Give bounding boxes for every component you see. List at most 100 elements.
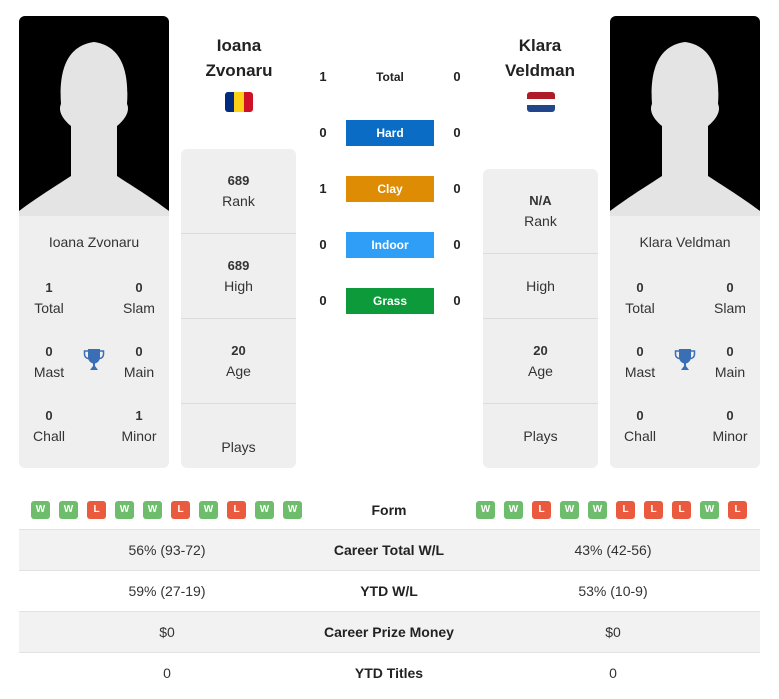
- player2-rank: N/A Rank: [483, 169, 598, 254]
- player1-first-name: Ioana: [216, 36, 262, 55]
- form-win-badge[interactable]: W: [59, 501, 78, 519]
- title-main-value: 0: [726, 344, 734, 359]
- h2h-p2-count: 0: [453, 237, 461, 252]
- netherlands-flag-icon: [527, 92, 555, 112]
- title-total-label: Total: [34, 300, 64, 316]
- player2-name-link[interactable]: Klara Veldman: [480, 33, 600, 83]
- form-label: Form: [371, 502, 407, 518]
- player1-value: 0: [163, 665, 171, 681]
- comparison-row-ytd-titles: 0 YTD Titles 0: [19, 653, 760, 694]
- form-win-badge[interactable]: W: [255, 501, 274, 519]
- player1-last-name: Zvonaru: [205, 61, 273, 80]
- plays-label: Plays: [221, 438, 256, 455]
- trophy-icon: [674, 349, 696, 370]
- title-total: 1 Total: [19, 278, 79, 318]
- player2-stats: N/A Rank High 20 Age Plays: [483, 169, 598, 468]
- title-chall: 0 Chall: [610, 406, 670, 446]
- rank-value: N/A: [529, 193, 552, 208]
- title-chall-value: 0: [45, 408, 53, 423]
- player2-last-name: Veldman: [505, 61, 575, 80]
- title-main-label: Main: [123, 364, 155, 380]
- title-mast: 0 Mast: [610, 342, 670, 382]
- title-chall: 0 Chall: [19, 406, 79, 446]
- form-win-badge[interactable]: W: [31, 501, 50, 519]
- rank-value: 689: [227, 173, 250, 188]
- form-win-badge[interactable]: W: [143, 501, 162, 519]
- row-label: YTD W/L: [360, 583, 418, 599]
- player1-value: 59% (27-19): [128, 583, 206, 599]
- form-win-badge[interactable]: W: [115, 501, 134, 519]
- surface-grass-badge[interactable]: Grass: [346, 288, 434, 314]
- h2h-p2-count: 0: [453, 69, 461, 84]
- high-value: 689: [227, 258, 250, 273]
- player2-photo: [610, 16, 760, 216]
- silhouette-icon: [19, 42, 169, 216]
- form-loss-badge[interactable]: L: [87, 501, 106, 519]
- title-chall-label: Chall: [33, 428, 65, 444]
- player1-value: 56% (93-72): [128, 542, 206, 558]
- player1-card: Ioana Zvonaru 1 Total 0 Slam 0 Mast 0 Ma…: [19, 16, 169, 468]
- title-minor-label: Minor: [712, 428, 748, 444]
- title-slam-value: 0: [135, 280, 143, 295]
- trophy-icon: [83, 349, 105, 370]
- form-win-badge[interactable]: W: [588, 501, 607, 519]
- player2-card-name: Klara Veldman: [639, 234, 731, 250]
- title-minor-label: Minor: [121, 428, 157, 444]
- player1-value: $0: [159, 624, 175, 640]
- comparison-row-ytd-wl: 59% (27-19) YTD W/L 53% (10-9): [19, 571, 760, 612]
- title-slam-label: Slam: [714, 300, 746, 316]
- high-label: High: [526, 278, 555, 294]
- plays-label: Plays: [523, 428, 558, 444]
- surface-hard-badge[interactable]: Hard: [346, 120, 434, 146]
- title-slam: 0 Slam: [109, 278, 169, 318]
- title-chall-label: Chall: [624, 428, 656, 444]
- form-loss-badge[interactable]: L: [672, 501, 691, 519]
- form-win-badge[interactable]: W: [283, 501, 302, 519]
- h2h-grass: 0 Grass 0: [310, 288, 470, 314]
- form-win-badge[interactable]: W: [700, 501, 719, 519]
- form-win-badge[interactable]: W: [504, 501, 523, 519]
- h2h-hard: 0 Hard 0: [310, 120, 470, 146]
- age-value: 20: [533, 343, 548, 358]
- title-main-label: Main: [714, 364, 746, 380]
- title-mast-label: Mast: [624, 364, 656, 380]
- player1-name-link[interactable]: Ioana Zvonaru: [179, 33, 299, 83]
- title-minor: 0 Minor: [700, 406, 760, 446]
- form-loss-badge[interactable]: L: [728, 501, 747, 519]
- player2-high: High: [483, 254, 598, 319]
- player1-stats: 689 Rank 689 High 20 Age Plays: [181, 149, 296, 468]
- player2-value: $0: [605, 624, 621, 640]
- h2h-p1-count: 0: [319, 237, 327, 252]
- silhouette-icon: [610, 42, 760, 216]
- surface-clay-badge[interactable]: Clay: [346, 176, 434, 202]
- h2h-p1-count: 0: [319, 125, 327, 140]
- comparison-row-prize-money: $0 Career Prize Money $0: [19, 612, 760, 653]
- age-label: Age: [528, 363, 553, 379]
- romania-flag-icon: [225, 92, 253, 112]
- player1-age: 20 Age: [181, 319, 296, 404]
- form-loss-badge[interactable]: L: [532, 501, 551, 519]
- title-chall-value: 0: [636, 408, 644, 423]
- title-mast-value: 0: [45, 344, 53, 359]
- surface-indoor-badge[interactable]: Indoor: [346, 232, 434, 258]
- player1-plays: Plays: [181, 404, 296, 468]
- title-slam-label: Slam: [123, 300, 155, 316]
- form-loss-badge[interactable]: L: [171, 501, 190, 519]
- form-loss-badge[interactable]: L: [227, 501, 246, 519]
- form-loss-badge[interactable]: L: [616, 501, 635, 519]
- form-win-badge[interactable]: W: [476, 501, 495, 519]
- form-win-badge[interactable]: W: [560, 501, 579, 519]
- row-label: YTD Titles: [354, 665, 424, 681]
- h2h-p2-count: 0: [453, 293, 461, 308]
- title-main: 0 Main: [700, 342, 760, 382]
- player1-high: 689 High: [181, 234, 296, 319]
- form-loss-badge[interactable]: L: [644, 501, 663, 519]
- form-row: WWLWWLWLWW Form WWLWWLLLWL: [19, 490, 760, 530]
- title-main-value: 0: [135, 344, 143, 359]
- row-label: Career Prize Money: [324, 624, 454, 640]
- h2h-indoor: 0 Indoor 0: [310, 232, 470, 258]
- form-win-badge[interactable]: W: [199, 501, 218, 519]
- h2h-total-label: Total: [376, 70, 404, 84]
- player2-value: 53% (10-9): [578, 583, 648, 599]
- row-label: Career Total W/L: [333, 542, 445, 558]
